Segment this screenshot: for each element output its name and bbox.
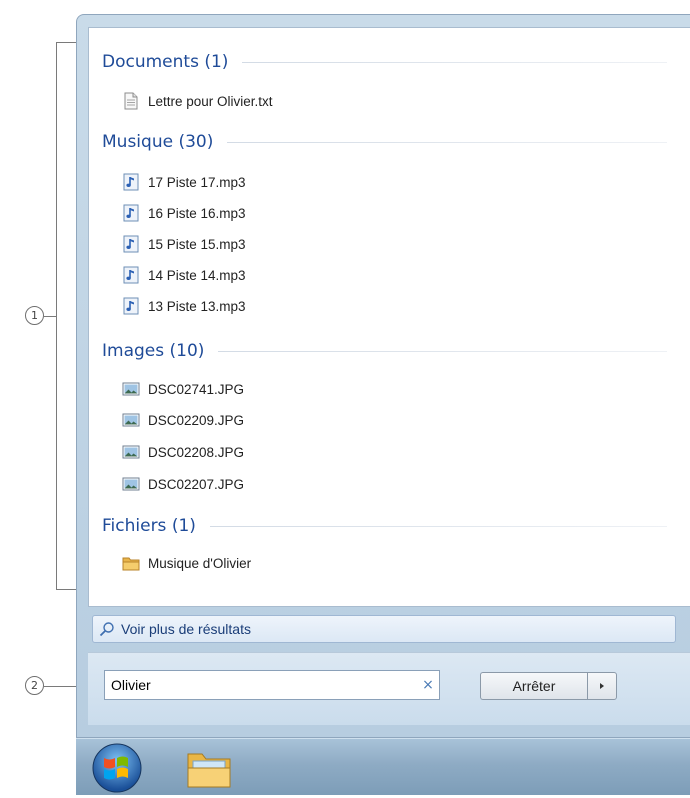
music-file-icon: [122, 173, 140, 191]
music-file-icon: [122, 297, 140, 315]
result-item[interactable]: 15 Piste 15.mp3: [122, 233, 246, 255]
see-more-results-label: Voir plus de résultats: [121, 621, 251, 637]
windows-logo-icon: [92, 743, 142, 793]
result-item[interactable]: Lettre pour Olivier.txt: [122, 90, 273, 112]
folder-icon: [122, 554, 140, 572]
result-item[interactable]: DSC02207.JPG: [122, 473, 244, 495]
search-results-pane: Documents (1) Lettre pour Olivier.txt Mu…: [88, 27, 690, 607]
callout-1: 1: [25, 306, 44, 325]
see-more-results-button[interactable]: Voir plus de résultats: [92, 615, 676, 643]
result-item[interactable]: DSC02209.JPG: [122, 409, 244, 431]
search-box[interactable]: ×: [104, 670, 440, 700]
music-file-icon: [122, 266, 140, 284]
image-file-icon: [122, 443, 140, 461]
group-header-images[interactable]: Images (10): [102, 341, 667, 361]
image-file-icon: [122, 475, 140, 493]
music-file-icon: [122, 235, 140, 253]
result-item[interactable]: 16 Piste 16.mp3: [122, 202, 246, 224]
result-item[interactable]: DSC02741.JPG: [122, 378, 244, 400]
folder-icon: [187, 753, 231, 788]
taskbar: [76, 738, 690, 795]
callout-line-1: [44, 316, 57, 317]
group-header-documents[interactable]: Documents (1): [102, 52, 667, 72]
shutdown-options-button[interactable]: [587, 672, 617, 700]
search-input[interactable]: [109, 672, 417, 698]
arrow-right-icon: [600, 683, 604, 689]
search-icon: [99, 622, 114, 637]
result-item[interactable]: 14 Piste 14.mp3: [122, 264, 246, 286]
callout-2: 2: [25, 676, 44, 695]
group-header-music[interactable]: Musique (30): [102, 132, 667, 152]
start-orb[interactable]: [88, 742, 146, 794]
result-item[interactable]: DSC02208.JPG: [122, 441, 244, 463]
music-file-icon: [122, 204, 140, 222]
image-file-icon: [122, 380, 140, 398]
result-item[interactable]: Musique d'Olivier: [122, 552, 251, 574]
text-file-icon: [122, 92, 140, 110]
group-header-files[interactable]: Fichiers (1): [102, 516, 667, 536]
file-explorer-taskbar-icon[interactable]: [184, 748, 234, 790]
image-file-icon: [122, 411, 140, 429]
shutdown-button[interactable]: Arrêter: [480, 672, 587, 700]
result-item[interactable]: 13 Piste 13.mp3: [122, 295, 246, 317]
result-item[interactable]: 17 Piste 17.mp3: [122, 171, 246, 193]
clear-search-icon[interactable]: ×: [417, 677, 439, 693]
